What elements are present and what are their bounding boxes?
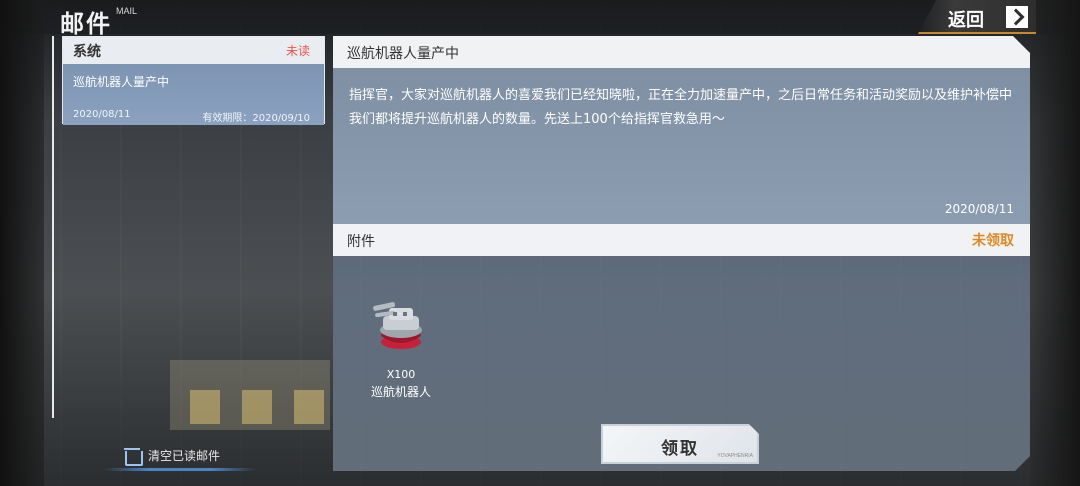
trash-icon bbox=[124, 446, 143, 466]
mail-list-item[interactable]: 系统 未读 巡航机器人量产中 2020/08/11 有效期限：2020/09/1… bbox=[62, 36, 325, 125]
clear-read-label: 清空已读邮件 bbox=[148, 448, 221, 463]
mail-detail-date: 2020/08/11 bbox=[944, 202, 1014, 216]
back-button[interactable]: 返回 bbox=[918, 0, 1036, 34]
mail-detail-body: 指挥官，大家对巡航机器人的喜爱我们已经知晓啦，正在全力加速量产中，之后日常任务和… bbox=[333, 68, 1030, 224]
claim-button-mark: YOVAPHENRIA bbox=[717, 453, 753, 459]
chevron-right-icon bbox=[1006, 6, 1028, 28]
background-window bbox=[170, 360, 330, 430]
page-subtitle: MAIL bbox=[116, 6, 138, 16]
attachment-status: 未领取 bbox=[972, 233, 1014, 249]
attachment-item-name: 巡航机器人 bbox=[370, 385, 431, 399]
mail-item-subject: 巡航机器人量产中 bbox=[73, 75, 170, 89]
list-divider bbox=[52, 36, 54, 418]
left-shade bbox=[0, 0, 44, 486]
mail-detail-panel: 巡航机器人量产中 指挥官，大家对巡航机器人的喜爱我们已经知晓啦，正在全力加速量产… bbox=[333, 36, 1030, 471]
top-bar bbox=[0, 0, 1080, 34]
mail-detail-text: 指挥官，大家对巡航机器人的喜爱我们已经知晓啦，正在全力加速量产中，之后日常任务和… bbox=[349, 88, 1013, 127]
mail-item-date: 2020/08/11 bbox=[73, 109, 131, 120]
attachment-item-qty: X100 bbox=[386, 368, 416, 381]
attachment-label: 附件 bbox=[347, 234, 375, 250]
mail-item-status: 未读 bbox=[285, 44, 310, 58]
back-button-label: 返回 bbox=[948, 10, 984, 31]
attachment-item[interactable]: X100 巡航机器人 bbox=[361, 290, 441, 400]
attachment-header: 附件 未领取 bbox=[333, 224, 1030, 256]
attachment-area: X100 巡航机器人 领取 YOVAPHENRIA bbox=[333, 256, 1030, 471]
clear-read-button[interactable]: 清空已读邮件 bbox=[124, 444, 220, 466]
mail-detail-header: 巡航机器人量产中 bbox=[333, 36, 1030, 68]
mail-item-header bbox=[63, 37, 324, 64]
right-shade bbox=[1030, 0, 1080, 486]
mail-item-expire: 有效期限：2020/09/10 bbox=[202, 113, 310, 124]
clear-read-underline bbox=[104, 468, 256, 471]
claim-button[interactable]: 领取 YOVAPHENRIA bbox=[601, 424, 759, 464]
page-title: 邮件 bbox=[60, 10, 112, 38]
mail-detail-title: 巡航机器人量产中 bbox=[347, 46, 459, 62]
cruise-robot-icon bbox=[369, 290, 433, 354]
mail-item-sender: 系统 bbox=[73, 44, 101, 60]
